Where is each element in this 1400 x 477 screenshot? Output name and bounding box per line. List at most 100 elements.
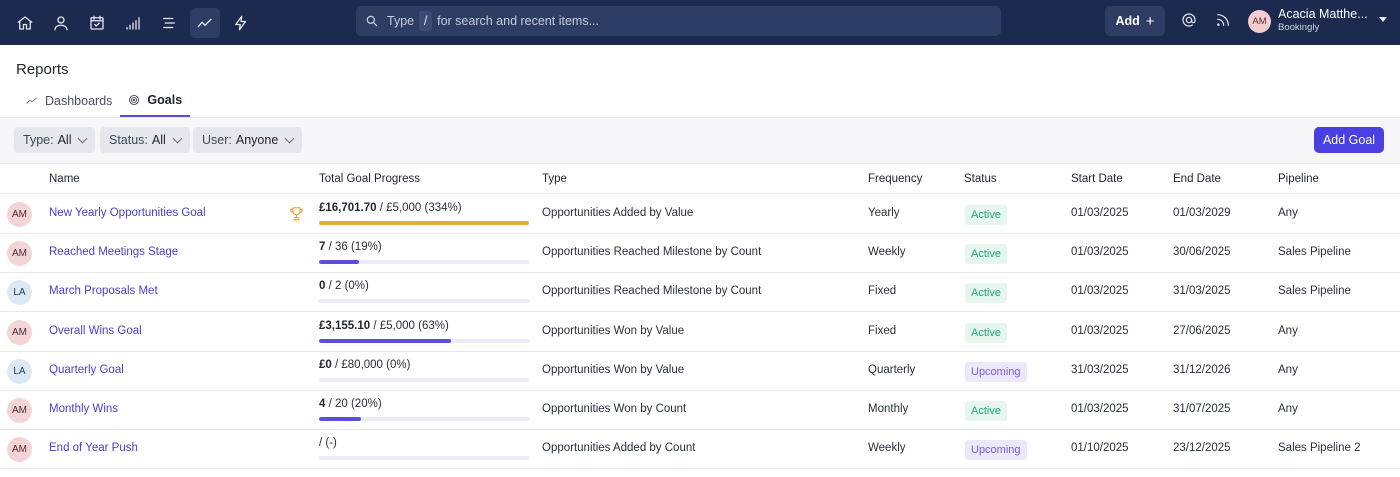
user-menu[interactable]: AM Acacia Matthe... Bookingly <box>1248 8 1368 34</box>
goal-frequency: Fixed <box>868 285 897 298</box>
filter-bar: Type: All Status: All User: Anyone Add G… <box>0 118 1400 164</box>
signal-nav-button[interactable] <box>118 8 148 38</box>
reports-nav-button[interactable] <box>190 7 220 38</box>
progress-text: £16,701.70 / £5,000 (334%) <box>319 202 529 216</box>
add-button-label: Add <box>1115 14 1140 28</box>
goal-type: Opportunities Added by Count <box>542 442 696 455</box>
start-date: 01/03/2025 <box>1071 403 1129 415</box>
status-badge: Upcoming <box>965 361 1027 382</box>
search-input[interactable]: Type / for search and recent items... <box>356 6 1001 36</box>
table-row[interactable]: AM Overall Wins Goal £3,155.10 / £5,000 (6… <box>0 313 1400 352</box>
goal-name-link[interactable]: Reached Meetings Stage <box>49 246 178 258</box>
progress-target: / 20 (20%) <box>325 398 382 410</box>
tab-dashboards[interactable]: Dashboards <box>18 84 120 117</box>
column-header-pipeline[interactable]: Pipeline <box>1278 173 1319 185</box>
goal-name-link[interactable]: Overall Wins Goal <box>49 325 142 337</box>
company-name: Bookingly <box>1278 22 1320 33</box>
goal-name-link[interactable]: New Yearly Opportunities Goal <box>49 207 206 219</box>
status-filter[interactable]: Status: All <box>100 127 190 153</box>
search-shortcut-key: / <box>419 11 433 31</box>
goal-progress: £0 / £80,000 (0%) <box>319 359 529 382</box>
progress-bar <box>319 417 529 421</box>
status-badge: Active <box>965 283 1007 304</box>
end-date: 31/07/2025 <box>1173 403 1231 415</box>
chevron-down-icon[interactable] <box>1379 17 1387 22</box>
goal-name-link[interactable]: March Proposals Met <box>49 285 158 297</box>
progress-target: / £80,000 (0%) <box>331 358 411 371</box>
progress-text: 0 / 2 (0%) <box>319 280 529 294</box>
goal-target-icon <box>129 94 140 105</box>
trophy-badge <box>288 205 305 222</box>
filter-key: Status: <box>109 133 148 147</box>
start-date: 01/03/2025 <box>1071 246 1129 259</box>
home-nav-button[interactable] <box>10 8 40 38</box>
start-date: 01/03/2025 <box>1071 207 1129 219</box>
goal-frequency: Weekly <box>868 246 906 259</box>
type-filter[interactable]: Type: All <box>14 127 96 153</box>
status-badge: Active <box>965 244 1007 265</box>
owner-avatar: AM <box>7 319 32 345</box>
owner-avatar: AM <box>7 241 32 267</box>
progress-bar <box>319 299 529 304</box>
table-row[interactable]: AM Monthly Wins 4 / 20 (20%) Opportunities … <box>0 391 1400 430</box>
table-row[interactable]: LA March Proposals Met 0 / 2 (0%) Opportuni… <box>0 273 1400 313</box>
add-goal-button[interactable]: Add Goal <box>1314 127 1384 153</box>
search-placeholder-prefix: Type <box>387 14 415 28</box>
lightning-icon <box>235 15 247 30</box>
contacts-nav-button[interactable] <box>46 8 76 38</box>
column-header-frequency[interactable]: Frequency <box>868 173 922 185</box>
page-title: Reports <box>16 61 69 78</box>
progress-text: 4 / 20 (20%) <box>319 398 529 412</box>
status-badge: Upcoming <box>965 440 1027 461</box>
goal-progress: / (-) <box>319 437 529 461</box>
tab-goals[interactable]: Goals <box>120 84 191 117</box>
chevron-down-icon <box>172 133 183 143</box>
goal-progress: £16,701.70 / £5,000 (334%) <box>319 202 529 225</box>
table-row[interactable]: LA Quarterly Goal £0 / £80,000 (0%) Opportu… <box>0 352 1400 391</box>
filter-value: Anyone <box>235 133 279 147</box>
goal-name-link[interactable]: Quarterly Goal <box>49 364 124 376</box>
trend-line-icon <box>197 18 212 27</box>
goal-type: Opportunities Reached Milestone by Count <box>542 285 762 298</box>
filter-value: All <box>151 133 166 147</box>
goal-name-link[interactable]: End of Year Push <box>49 442 138 454</box>
table-row[interactable]: AM New Yearly Opportunities Goal £16,701.7… <box>0 195 1400 234</box>
progress-bar <box>319 221 529 225</box>
column-header-end-date[interactable]: End Date <box>1173 173 1221 185</box>
table-row[interactable]: AM Reached Meetings Stage 7 / 36 (19%) Oppo… <box>0 234 1400 274</box>
goal-progress: 7 / 36 (19%) <box>319 241 529 265</box>
owner-avatar: LA <box>7 280 32 306</box>
progress-bar-fill <box>319 221 529 225</box>
pipeline: Any <box>1278 363 1298 376</box>
status-badge: Active <box>965 322 1007 343</box>
at-sign-icon <box>1182 13 1196 27</box>
column-header-start-date[interactable]: Start Date <box>1071 173 1123 185</box>
progress-target: / £5,000 (63%) <box>370 319 449 332</box>
progress-bar <box>319 260 529 265</box>
search-icon <box>366 15 378 27</box>
goal-progress: 4 / 20 (20%) <box>319 398 529 421</box>
column-header-status[interactable]: Status <box>964 173 997 185</box>
column-header-progress[interactable]: Total Goal Progress <box>319 173 420 185</box>
list-nav-button[interactable] <box>154 8 184 38</box>
progress-target: / 2 (0%) <box>325 280 369 293</box>
owner-avatar: LA <box>7 358 32 384</box>
user-filter[interactable]: User: Anyone <box>193 127 303 153</box>
filter-value: All <box>57 133 72 147</box>
calendar-nav-button[interactable] <box>82 8 112 38</box>
goal-frequency: Quarterly <box>868 363 916 376</box>
report-tabs: Dashboards Goals <box>18 84 191 118</box>
add-button[interactable]: Add + <box>1105 6 1165 36</box>
table-row[interactable]: AM End of Year Push / (-) Opportunities Ad… <box>0 430 1400 470</box>
owner-avatar: AM <box>7 398 32 423</box>
tab-label: Dashboards <box>45 93 113 108</box>
goal-progress: 0 / 2 (0%) <box>319 280 529 304</box>
column-header-type[interactable]: Type <box>542 173 567 185</box>
progress-text: £3,155.10 / £5,000 (63%) <box>319 320 529 334</box>
mentions-button[interactable] <box>1181 12 1199 30</box>
automation-nav-button[interactable] <box>226 8 256 38</box>
goal-frequency: Weekly <box>868 442 906 455</box>
feed-button[interactable] <box>1215 12 1233 30</box>
goal-name-link[interactable]: Monthly Wins <box>49 403 118 415</box>
column-header-name[interactable]: Name <box>49 173 80 185</box>
